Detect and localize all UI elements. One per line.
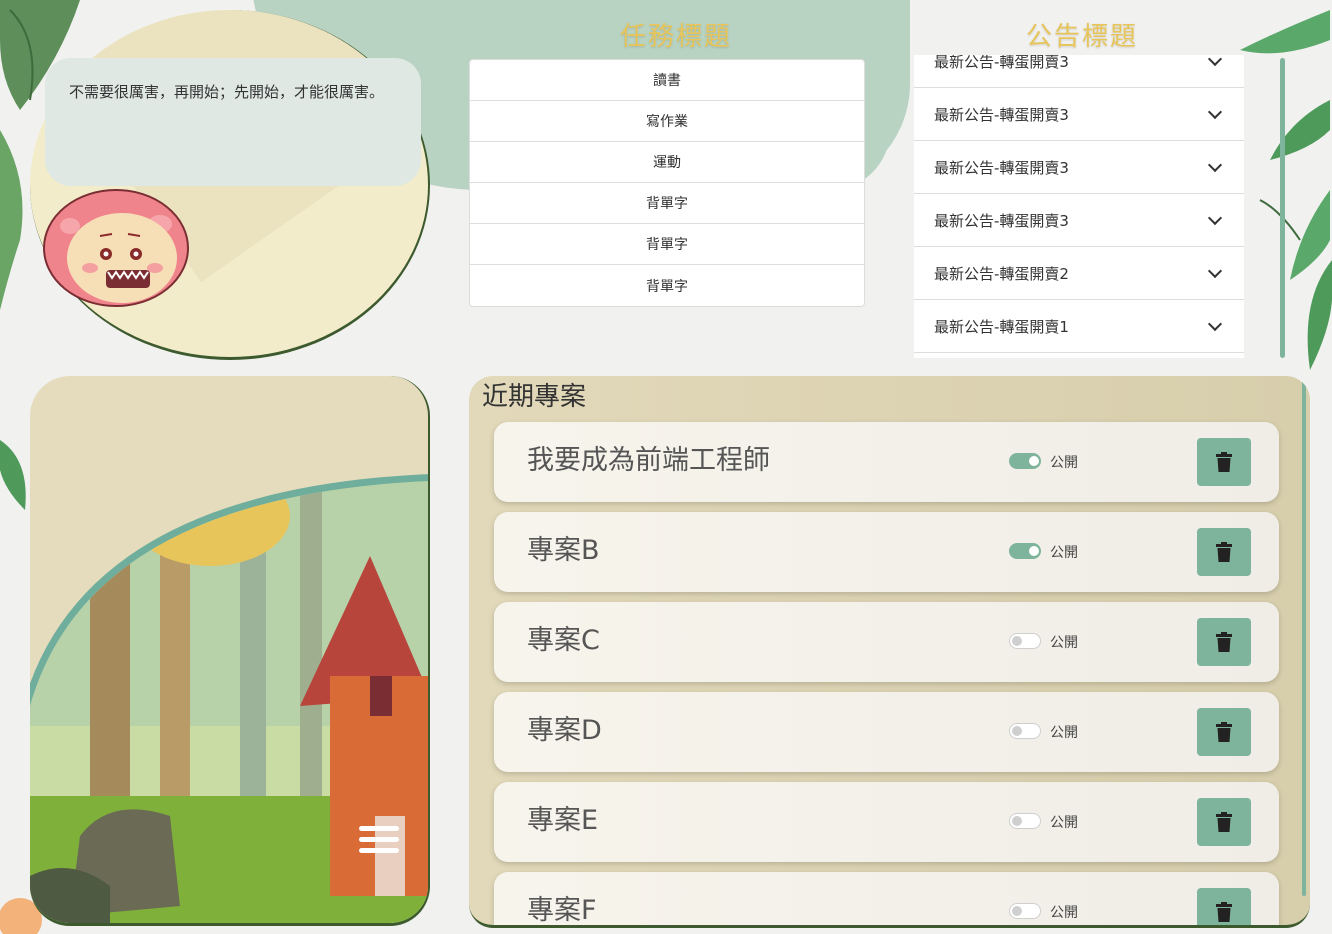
public-toggle-label: 公開 xyxy=(1050,545,1078,561)
public-toggle[interactable] xyxy=(1009,633,1041,649)
quote-text: 不需要很厲害，再開始；先開始，才能很厲害。 xyxy=(69,83,385,101)
project-card[interactable]: 專案D 公開 xyxy=(494,692,1279,772)
task-item[interactable]: 讀書 xyxy=(470,60,864,101)
chevron-down-icon[interactable] xyxy=(1207,210,1223,225)
announcement-label: 最新公告-轉蛋開賣1 xyxy=(934,317,1069,336)
trash-icon xyxy=(1216,542,1232,562)
task-item[interactable]: 寫作業 xyxy=(470,101,864,142)
announcement-item[interactable]: 最新公告-轉蛋開賣1 xyxy=(914,300,1244,353)
project-card[interactable]: 專案B 公開 xyxy=(494,512,1279,592)
announcement-item[interactable]: 最新公告-轉蛋開賣3 xyxy=(914,194,1244,247)
trash-icon xyxy=(1216,722,1232,742)
project-name: 專案D xyxy=(527,715,602,746)
project-card[interactable]: 我要成為前端工程師 公開 xyxy=(494,422,1279,502)
announcement-item[interactable]: 最新公告-轉蛋開賣3 xyxy=(914,141,1244,194)
public-toggle-label: 公開 xyxy=(1050,905,1078,921)
delete-button[interactable] xyxy=(1197,798,1251,846)
trash-icon xyxy=(1216,632,1232,652)
public-toggle-label: 公開 xyxy=(1050,635,1078,651)
public-toggle-label: 公開 xyxy=(1050,815,1078,831)
announcements-scrollbar[interactable] xyxy=(1280,58,1285,358)
delete-button[interactable] xyxy=(1197,438,1251,486)
announcement-label: 最新公告-轉蛋開賣2 xyxy=(934,264,1069,283)
public-toggle[interactable] xyxy=(1009,903,1041,919)
project-name: 我要成為前端工程師 xyxy=(527,445,770,476)
announcement-item[interactable]: 最新公告-轉蛋開賣2 xyxy=(914,247,1244,300)
leaf-decoration-right xyxy=(1240,10,1332,370)
chevron-down-icon[interactable] xyxy=(1207,263,1223,278)
announcement-label: 最新公告-轉蛋開賣3 xyxy=(934,158,1069,177)
chevron-down-icon[interactable] xyxy=(1207,55,1223,66)
project-name: 專案C xyxy=(527,625,600,656)
task-item[interactable]: 背單字 xyxy=(470,183,864,224)
hamburger-menu-icon[interactable] xyxy=(359,826,399,856)
task-item[interactable]: 背單字 xyxy=(470,265,864,306)
tasks-title: 任務標題 xyxy=(620,22,733,52)
projects-title: 近期專案 xyxy=(482,382,587,412)
announcement-label: 最新公告-轉蛋開賣3 xyxy=(934,105,1069,124)
public-toggle[interactable] xyxy=(1009,723,1041,739)
trash-icon xyxy=(1216,812,1232,832)
projects-scrollbar[interactable] xyxy=(1302,376,1306,896)
quote-bubble: 不需要很厲害，再開始；先開始，才能很厲害。 xyxy=(45,58,421,186)
public-toggle[interactable] xyxy=(1009,453,1041,469)
project-name: 專案B xyxy=(527,535,600,566)
announcement-label: 最新公告-轉蛋開賣3 xyxy=(934,55,1069,71)
chevron-down-icon[interactable] xyxy=(1207,316,1223,331)
delete-button[interactable] xyxy=(1197,618,1251,666)
task-item[interactable]: 運動 xyxy=(470,142,864,183)
recent-projects-panel: 近期專案 我要成為前端工程師 公開 專案B 公開 專案C 公開 專案D 公開 專… xyxy=(469,376,1310,928)
project-card[interactable]: 專案C 公開 xyxy=(494,602,1279,682)
mascot-avatar xyxy=(43,189,189,307)
announcement-item[interactable]: 最新公告-轉蛋開賣3 xyxy=(914,55,1244,88)
task-item[interactable]: 背單字 xyxy=(470,224,864,265)
task-list: 讀書 寫作業 運動 背單字 背單字 背單字 xyxy=(469,59,865,307)
project-card[interactable]: 專案F 公開 xyxy=(494,872,1279,926)
public-toggle[interactable] xyxy=(1009,813,1041,829)
delete-button[interactable] xyxy=(1197,708,1251,756)
trash-icon xyxy=(1216,902,1232,922)
delete-button[interactable] xyxy=(1197,888,1251,925)
public-toggle[interactable] xyxy=(1009,543,1041,559)
announcement-accordion[interactable]: 最新公告-轉蛋開賣3 最新公告-轉蛋開賣3 最新公告-轉蛋開賣3 最新公告-轉蛋… xyxy=(914,55,1244,358)
project-name: 專案F xyxy=(527,895,597,926)
project-card[interactable]: 專案E 公開 xyxy=(494,782,1279,862)
project-name: 專案E xyxy=(527,805,599,836)
announcements-title: 公告標題 xyxy=(1026,22,1139,52)
chevron-down-icon[interactable] xyxy=(1207,104,1223,119)
announcement-item[interactable]: 最新公告-轉蛋開賣3 xyxy=(914,88,1244,141)
public-toggle-label: 公開 xyxy=(1050,455,1078,471)
announcement-label: 最新公告-轉蛋開賣3 xyxy=(934,211,1069,230)
public-toggle-label: 公開 xyxy=(1050,725,1078,741)
trash-icon xyxy=(1216,452,1232,472)
delete-button[interactable] xyxy=(1197,528,1251,576)
chevron-down-icon[interactable] xyxy=(1207,157,1223,172)
